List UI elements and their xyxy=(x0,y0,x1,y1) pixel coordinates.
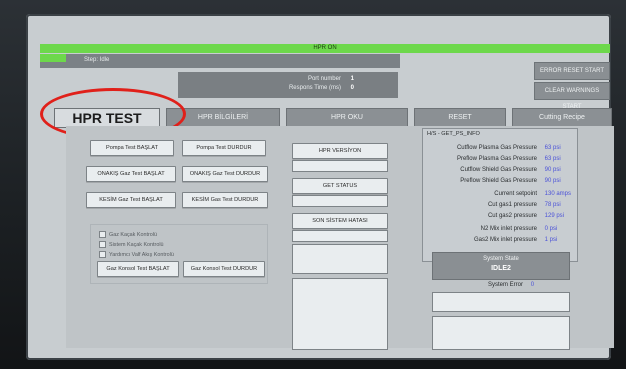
last-system-error-output xyxy=(292,244,388,274)
system-state-title: System State xyxy=(483,256,519,262)
gas-console-test-start-button[interactable]: Gaz Konsol Test BAŞLAT xyxy=(97,261,179,277)
system-error-value: 0 xyxy=(530,282,535,288)
ps-info-row: N2 Mix inlet pressure 0 psi xyxy=(435,226,558,232)
ps-info-value: 90 psi xyxy=(544,167,561,173)
checkbox-label: Gaz Kaçak Kontrolü xyxy=(109,231,157,238)
cutflow-gas-test-stop-button[interactable]: KESİM Gas Test DURDUR xyxy=(182,192,268,208)
ps-info-row: Cut gas1 pressure 78 psi xyxy=(435,202,561,208)
ps-info-label: Cut gas2 pressure xyxy=(487,213,537,219)
system-error-label: System Error xyxy=(488,282,524,288)
ps-info-value: 0 psi xyxy=(544,226,558,232)
log-output-box xyxy=(292,278,388,350)
ps-info-row: Cutflow Plasma Gas Pressure 63 psi xyxy=(435,145,561,151)
ps-info-value: 63 psi xyxy=(544,156,561,162)
ps-info-label: Preflow Plasma Gas Pressure xyxy=(456,156,537,162)
status-label: Step: Idle xyxy=(84,57,110,63)
hpr-on-status-bar: HPR ON xyxy=(40,44,610,53)
last-system-error-button[interactable]: SON SİSTEM HATASI xyxy=(292,213,388,229)
gas-console-test-stop-button[interactable]: Gaz Konsol Test DURDUR xyxy=(183,261,265,277)
checkbox-gas-leak[interactable]: Gaz Kaçak Kontrolü xyxy=(99,231,157,238)
system-error-row: System Error 0 xyxy=(488,282,534,288)
checkbox-icon[interactable] xyxy=(99,231,106,238)
response-row: Respons Time (ms) 0 xyxy=(289,85,354,91)
preflow-gas-test-stop-button[interactable]: ONAKIŞ Gaz Test DURDUR xyxy=(182,166,268,182)
pump-test-stop-button[interactable]: Pompa Test DURDUR xyxy=(182,140,266,156)
response-label: Respons Time (ms) xyxy=(288,85,341,91)
ps-info-label: Cutflow Plasma Gas Pressure xyxy=(456,145,537,151)
checkbox-icon[interactable] xyxy=(99,251,106,258)
error-reset-start-button[interactable]: ERROR RESET START xyxy=(534,62,610,80)
get-status-button[interactable]: GET STATUS xyxy=(292,178,388,194)
hpr-version-button[interactable]: HPR VERSİYON xyxy=(292,143,388,159)
ps-info-label: Cut gas1 pressure xyxy=(487,202,537,208)
checkbox-icon[interactable] xyxy=(99,241,106,248)
status-strip: Step: Idle xyxy=(40,54,400,68)
tab-reset[interactable]: RESET xyxy=(414,108,506,128)
ps-info-value: 90 psi xyxy=(544,178,561,184)
ps-info-value: 130 amps xyxy=(544,191,572,197)
checkbox-aux-valve-flow[interactable]: Yardımcı Valf Akış Kontrolü xyxy=(99,251,174,258)
connection-info-panel: Port number 1 Respons Time (ms) 0 xyxy=(178,72,398,98)
ps-info-row: Cutflow Shield Gas Pressure 90 psi xyxy=(435,167,561,173)
ps-info-label: Gas2 Mix inlet pressure xyxy=(473,237,537,243)
ps-info-panel: H/S - GET_PS_INFO Cutflow Plasma Gas Pre… xyxy=(422,128,578,262)
hpr-version-field xyxy=(292,160,388,172)
port-row: Port number 1 xyxy=(308,76,354,82)
checkbox-system-leak[interactable]: Sistem Kaçak Kontrolü xyxy=(99,241,164,248)
clear-warnings-start-button[interactable]: CLEAR WARNINGS START xyxy=(534,82,610,110)
last-system-error-field xyxy=(292,230,388,242)
ps-info-row: Preflow Plasma Gas Pressure 63 psi xyxy=(435,156,561,162)
ps-info-label: Preflow Shield Gas Pressure xyxy=(460,178,537,184)
cutflow-gas-test-start-button[interactable]: KESİM Gaz Test BAŞLAT xyxy=(86,192,176,208)
ps-info-value: 129 psi xyxy=(544,213,565,219)
ps-info-row: Current setpoint 130 amps xyxy=(435,191,571,197)
checkbox-label: Sistem Kaçak Kontrolü xyxy=(109,241,164,248)
ps-info-row: Gas2 Mix inlet pressure 1 psi xyxy=(435,237,557,243)
gas-console-test-group: Gaz Kaçak Kontrolü Sistem Kaçak Kontrolü… xyxy=(90,224,268,284)
ps-info-title: H/S - GET_PS_INFO xyxy=(427,131,480,137)
status-indicator xyxy=(40,54,66,62)
tab-hpr-oku[interactable]: HPR OKU xyxy=(286,108,408,128)
aux-output-box xyxy=(432,316,570,350)
port-label: Port number xyxy=(307,76,341,82)
ps-info-value: 78 psi xyxy=(544,202,561,208)
ps-info-value: 63 psi xyxy=(544,145,561,151)
tab-cutting-recipe[interactable]: Cutting Recipe xyxy=(512,108,612,128)
system-error-details-box xyxy=(432,292,570,312)
ps-info-label: Cutflow Shield Gas Pressure xyxy=(460,167,537,173)
ps-info-label: N2 Mix inlet pressure xyxy=(480,226,537,232)
port-value: 1 xyxy=(350,76,354,82)
checkbox-label: Yardımcı Valf Akış Kontrolü xyxy=(109,251,174,258)
pump-test-start-button[interactable]: Pompa Test BAŞLAT xyxy=(90,140,174,156)
get-status-field xyxy=(292,195,388,207)
ps-info-row: Preflow Shield Gas Pressure 90 psi xyxy=(435,178,561,184)
hpr-on-label: HPR ON xyxy=(313,45,337,51)
preflow-gas-test-start-button[interactable]: ONAKIŞ Gaz Test BAŞLAT xyxy=(86,166,176,182)
ps-info-value: 1 psi xyxy=(544,237,558,243)
ps-info-row: Cut gas2 pressure 129 psi xyxy=(435,213,564,219)
system-state-box: System State IDLE2 xyxy=(432,252,570,280)
response-value: 0 xyxy=(350,85,354,91)
system-state-value: IDLE2 xyxy=(491,265,511,272)
ps-info-label: Current setpoint xyxy=(494,191,537,197)
